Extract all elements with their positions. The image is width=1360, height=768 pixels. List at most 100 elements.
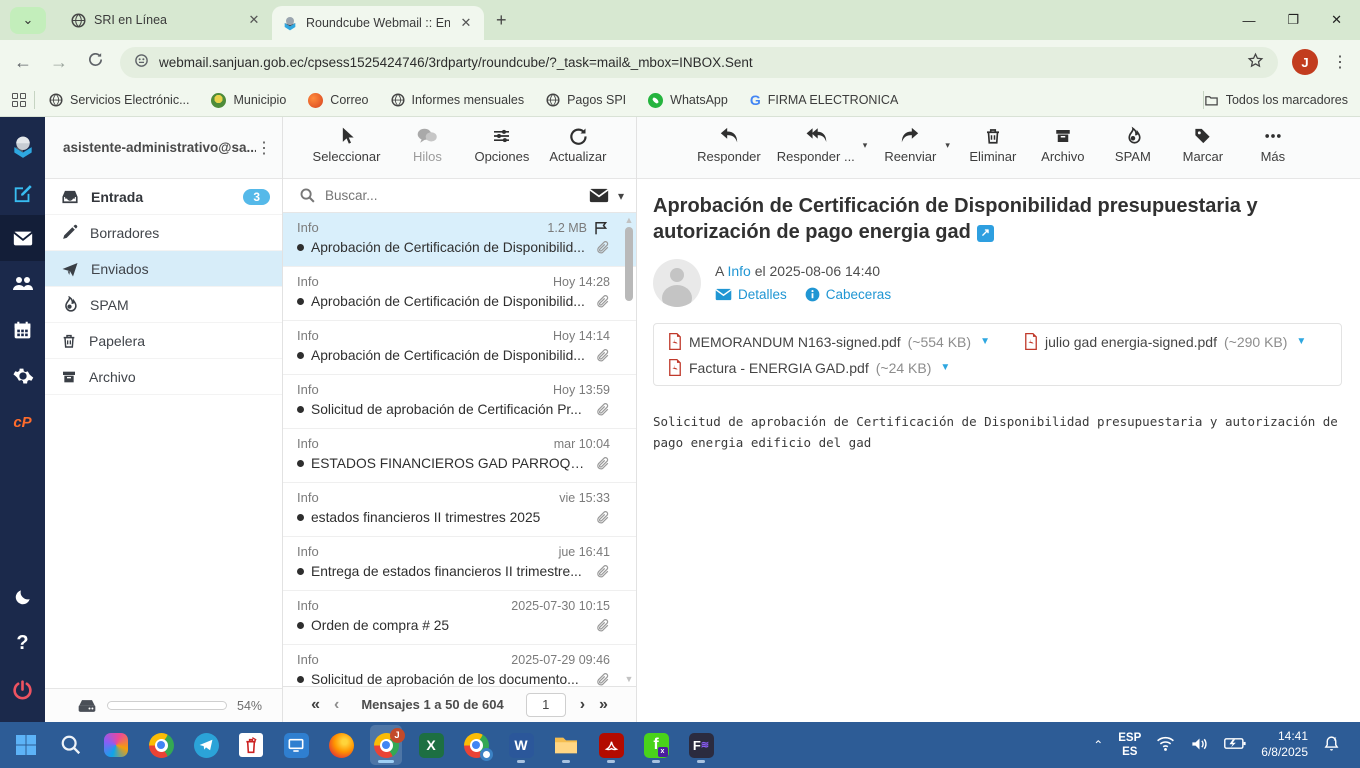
window-close-button[interactable]: ✕	[1331, 12, 1342, 28]
bookmark-municipio[interactable]: Municipio	[211, 92, 286, 108]
cpanel-button[interactable]: cP	[0, 399, 45, 445]
first-page-button[interactable]: «	[311, 696, 320, 714]
search-input[interactable]	[325, 188, 580, 203]
tab-sri[interactable]: SRI en Línea ✕	[60, 3, 272, 37]
account-menu-icon[interactable]: ⋮	[256, 138, 272, 158]
more-button[interactable]: Más	[1246, 126, 1300, 164]
forward-menu-icon[interactable]: ▾	[945, 140, 950, 151]
mail-nav-button[interactable]	[0, 215, 45, 261]
reply-button[interactable]: Responder	[697, 126, 761, 164]
search-options-chevron-icon[interactable]: ▾	[618, 189, 624, 203]
message-row[interactable]: Info jue 16:41 Entrega de estados financi…	[283, 537, 636, 591]
refresh-button[interactable]: Actualizar	[549, 126, 606, 164]
page-number-input[interactable]	[525, 692, 566, 717]
word-button[interactable]: W	[505, 725, 537, 765]
apps-grid-icon[interactable]	[12, 93, 26, 107]
bookmark-whatsapp[interactable]: WhatsApp	[648, 92, 728, 108]
battery-icon[interactable]	[1224, 737, 1246, 753]
message-row[interactable]: Info 2025-07-29 09:46 Solicitud de aproba…	[283, 645, 636, 686]
tab-close-icon[interactable]: ✕	[246, 12, 262, 28]
start-button[interactable]	[10, 725, 42, 765]
notifications-bell-icon[interactable]: z	[1323, 735, 1340, 755]
forward-button[interactable]: Reenviar	[883, 126, 937, 164]
tab-search-button[interactable]: ⌄	[10, 6, 46, 34]
tray-expand-icon[interactable]: ⌃	[1093, 738, 1103, 752]
select-button[interactable]: Seleccionar	[313, 126, 380, 164]
telegram-button[interactable]	[190, 725, 222, 765]
folder-enviados[interactable]: Enviados	[45, 251, 282, 287]
attachment-item[interactable]: MEMORANDUM N163-signed.pdf (~554 KB) ▼	[668, 333, 990, 350]
message-row[interactable]: Info mar 10:04 ESTADOS FINANCIEROS GAD PA…	[283, 429, 636, 483]
last-page-button[interactable]: »	[599, 696, 608, 714]
volume-icon[interactable]	[1190, 736, 1209, 755]
folder-entrada[interactable]: Entrada 3	[45, 179, 282, 215]
spam-button[interactable]: SPAM	[1106, 126, 1160, 164]
language-indicator[interactable]: ESP ES	[1118, 731, 1141, 760]
chrome-button[interactable]	[145, 725, 177, 765]
message-row[interactable]: Info Hoy 14:28 Aprobación de Certificació…	[283, 267, 636, 321]
remote-desktop-button[interactable]	[280, 725, 312, 765]
window-maximize-button[interactable]: ❐	[1287, 12, 1299, 28]
contacts-nav-button[interactable]	[0, 261, 45, 307]
bookmark-informes[interactable]: Informes mensuales	[390, 93, 524, 107]
list-scrollbar[interactable]: ▲ ▼	[624, 215, 634, 684]
message-row[interactable]: Info vie 15:33 estados financieros II tri…	[283, 483, 636, 537]
facturero-app-button[interactable]: F ≋	[685, 725, 717, 765]
site-info-icon[interactable]	[134, 53, 149, 71]
chrome-active-button[interactable]: J	[370, 725, 405, 765]
prev-page-button[interactable]: ‹	[334, 696, 339, 714]
tab-roundcube[interactable]: Roundcube Webmail :: Enviados ✕	[272, 6, 484, 40]
open-in-new-window-icon[interactable]: ↗	[976, 224, 994, 242]
attachment-menu-icon[interactable]: ▼	[940, 362, 950, 373]
browser-menu-icon[interactable]: ⋮	[1332, 52, 1348, 72]
recipient-link[interactable]: Info	[727, 263, 750, 279]
help-icon[interactable]: ?	[0, 620, 45, 666]
copilot-button[interactable]	[100, 725, 132, 765]
headers-link[interactable]: Cabeceras	[805, 287, 891, 302]
settings-nav-button[interactable]	[0, 353, 45, 399]
compose-button[interactable]	[0, 169, 45, 215]
bookmark-servicios[interactable]: Servicios Electrónic...	[49, 93, 189, 107]
scroll-up-icon[interactable]: ▲	[624, 215, 634, 225]
excel-button[interactable]: X	[415, 725, 447, 765]
acrobat-button[interactable]	[595, 725, 627, 765]
attachment-item[interactable]: Factura - ENERGIA GAD.pdf (~24 KB) ▼	[668, 359, 950, 376]
window-minimize-button[interactable]: —	[1242, 13, 1255, 28]
message-row[interactable]: Info Hoy 14:14 Aprobación de Certificació…	[283, 321, 636, 375]
attachment-menu-icon[interactable]: ▼	[1296, 336, 1306, 347]
message-row[interactable]: Info Hoy 13:59 Solicitud de aprobación de…	[283, 375, 636, 429]
dark-mode-icon[interactable]	[0, 574, 45, 620]
archive-button[interactable]: Archivo	[1036, 126, 1090, 164]
back-icon[interactable]: ←	[12, 52, 34, 73]
attachment-item[interactable]: julio gad energia-signed.pdf (~290 KB) ▼	[1024, 333, 1306, 350]
mark-button[interactable]: Marcar	[1176, 126, 1230, 164]
message-row[interactable]: Info 2025-07-30 10:15 Orden de compra # 2…	[283, 591, 636, 645]
clock[interactable]: 14:41 6/8/2025	[1261, 729, 1308, 760]
search-scope-icon[interactable]	[589, 188, 609, 203]
fenix-app-button[interactable]: fx	[640, 725, 672, 765]
forward-icon[interactable]: →	[48, 52, 70, 73]
recycle-bin-button[interactable]	[235, 725, 267, 765]
reply-all-menu-icon[interactable]: ▾	[863, 140, 868, 151]
folder-papelera[interactable]: Papelera	[45, 323, 282, 359]
profile-avatar[interactable]: J	[1292, 49, 1318, 75]
folder-archivo[interactable]: Archivo	[45, 359, 282, 395]
delete-button[interactable]: Eliminar	[966, 126, 1020, 164]
folder-borradores[interactable]: Borradores	[45, 215, 282, 251]
bookmark-firma[interactable]: G FIRMA ELECTRONICA	[750, 92, 898, 108]
attachment-menu-icon[interactable]: ▼	[980, 336, 990, 347]
bookmark-star-icon[interactable]	[1247, 52, 1264, 72]
next-page-button[interactable]: ›	[580, 696, 585, 714]
threads-button[interactable]: Hilos	[400, 126, 454, 164]
firefox-button[interactable]	[325, 725, 357, 765]
wifi-icon[interactable]	[1156, 736, 1175, 754]
bookmark-pagos-spi[interactable]: Pagos SPI	[546, 93, 626, 107]
bookmark-correo[interactable]: Correo	[308, 92, 369, 108]
url-bar[interactable]: webmail.sanjuan.gob.ec/cpsess1525424746/…	[120, 46, 1278, 78]
reply-all-button[interactable]: Responder ...	[777, 126, 855, 164]
reload-icon[interactable]	[84, 51, 106, 73]
calendar-nav-button[interactable]	[0, 307, 45, 353]
tab-close-icon[interactable]: ✕	[458, 15, 474, 31]
taskbar-search-button[interactable]	[55, 725, 87, 765]
chrome-profile-button[interactable]	[460, 725, 493, 765]
